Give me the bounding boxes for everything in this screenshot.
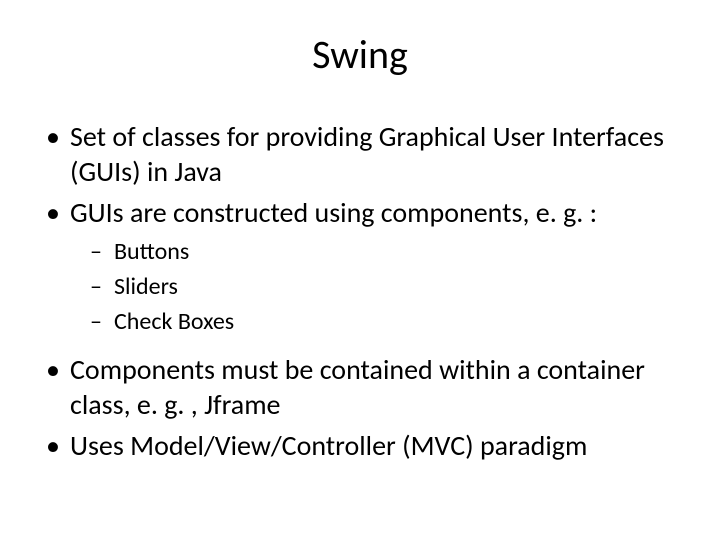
sub-bullet-item: – Sliders	[40, 271, 690, 302]
slide-title: Swing	[30, 30, 690, 79]
bullet-text: Uses Model/View/Controller (MVC) paradig…	[70, 428, 690, 463]
sub-bullet-text: Buttons	[114, 236, 690, 267]
sub-bullet-group: – Buttons – Sliders – Check Boxes	[40, 236, 690, 338]
bullet-marker: •	[40, 352, 70, 387]
bullet-item: • GUIs are constructed using components,…	[40, 195, 690, 230]
sub-bullet-item: – Buttons	[40, 236, 690, 267]
bullet-item: • Components must be contained within a …	[40, 352, 690, 422]
bullet-text: Set of classes for providing Graphical U…	[70, 119, 690, 189]
bullet-text: GUIs are constructed using components, e…	[70, 195, 690, 230]
sub-bullet-text: Check Boxes	[114, 306, 690, 337]
dash-marker: –	[90, 306, 114, 337]
dash-marker: –	[90, 271, 114, 302]
sub-bullet-item: – Check Boxes	[40, 306, 690, 337]
sub-bullet-text: Sliders	[114, 271, 690, 302]
bullet-marker: •	[40, 195, 70, 230]
bullet-item: • Uses Model/View/Controller (MVC) parad…	[40, 428, 690, 463]
bullet-marker: •	[40, 119, 70, 154]
dash-marker: –	[90, 236, 114, 267]
slide-content: • Set of classes for providing Graphical…	[30, 119, 690, 463]
bullet-text: Components must be contained within a co…	[70, 352, 690, 422]
bullet-marker: •	[40, 428, 70, 463]
bullet-item: • Set of classes for providing Graphical…	[40, 119, 690, 189]
